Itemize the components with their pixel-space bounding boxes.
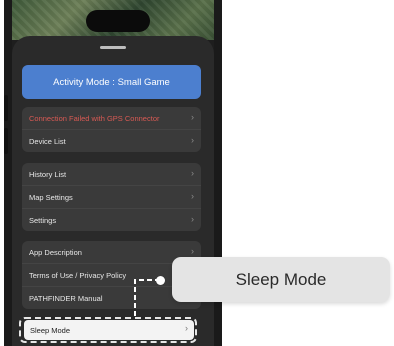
- sleep-mode-callout: Sleep Mode: [172, 257, 390, 302]
- callout-anchor-dot: [156, 276, 165, 285]
